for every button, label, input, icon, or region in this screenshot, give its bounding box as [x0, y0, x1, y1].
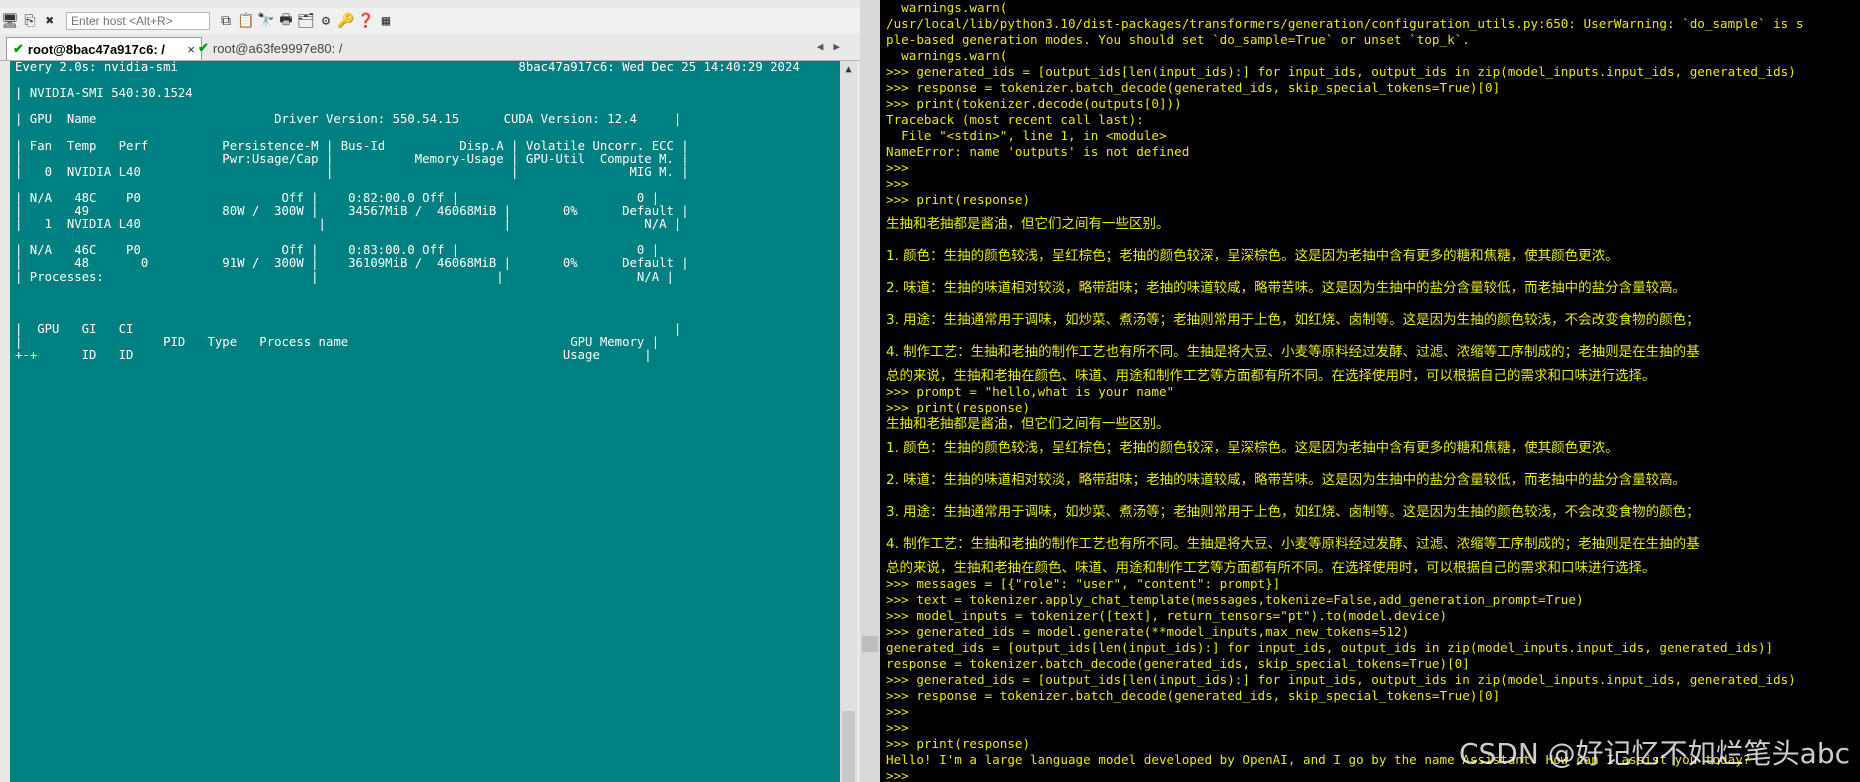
toolbar: 🖥 ⎘ ✖ ⧉ 📋 🔭 🖶 🗂 ⚙ 🔑 ❓ ▦	[0, 8, 860, 34]
tab-label: root@a63fe9997e80: /	[212, 40, 343, 56]
terminal-line: 1. 颜色：生抽的颜色较浅，呈红棕色；老抽的颜色较深，呈深棕色。这是因为老抽中含…	[886, 440, 1619, 456]
terminal-line: | Processes: | | N/A |	[15, 269, 674, 284]
key-icon[interactable]: 🔑	[336, 11, 356, 31]
terminal-line: warnings.warn(	[886, 0, 1008, 15]
terminal-line: 生抽和老抽都是酱油，但它们之间有一些区别。	[886, 216, 1170, 232]
terminal-line: >>> model_inputs = tokenizer([text], ret…	[886, 608, 1448, 623]
connected-check-icon: ✔	[13, 41, 24, 56]
terminal-line: | Fan Temp Perf Persistence-M | Bus-Id D…	[15, 138, 689, 153]
host-input[interactable]	[66, 12, 210, 30]
terminal-line: 总的来说，生抽和老抽在颜色、味道、用途和制作工艺等方面都有所不同。在选择使用时，…	[886, 368, 1656, 384]
file-transfer-icon[interactable]: 🗂	[296, 11, 316, 31]
terminal-line: >>>	[886, 160, 909, 175]
ssh-client-window: 🖥 ⎘ ✖ ⧉ 📋 🔭 🖶 🗂 ⚙ 🔑 ❓ ▦ ✔ root@8bac47a91…	[0, 0, 860, 782]
terminal-line: generated_ids = [output_ids[len(input_id…	[886, 640, 1774, 655]
print-icon[interactable]: 🖶	[276, 11, 296, 31]
pane-divider-scrollbar[interactable]	[860, 0, 880, 782]
terminal-line: response = tokenizer.batch_decode(genera…	[886, 656, 1470, 671]
terminal-line: 2. 味道：生抽的味道相对较淡，略带甜味；老抽的味道较咸，略带苦味。这是因为生抽…	[886, 280, 1687, 296]
terminal-scrollbar[interactable]: ▲	[840, 61, 857, 782]
terminal-line: 2. 味道：生抽的味道相对较淡，略带甜味；老抽的味道较咸，略带苦味。这是因为生抽…	[886, 472, 1687, 488]
terminal-line: >>>	[886, 176, 909, 191]
help-icon[interactable]: ❓	[356, 11, 376, 31]
terminal-python-repl[interactable]: warnings.warn(/usr/local/lib/python3.10/…	[886, 0, 1860, 782]
terminal-line: 4. 制作工艺：生抽和老抽的制作工艺也有所不同。生抽是将大豆、小麦等原料经过发酵…	[886, 344, 1700, 360]
tab-label: root@8bac47a917c6: /	[27, 41, 165, 57]
terminal-line: >>> response = tokenizer.batch_decode(ge…	[886, 688, 1501, 703]
terminal-line: 4. 制作工艺：生抽和老抽的制作工艺也有所不同。生抽是将大豆、小麦等原料经过发酵…	[886, 536, 1700, 552]
terminal-line: >>> generated_ids = [output_ids[len(inpu…	[886, 64, 1796, 79]
terminal-line: | 1 NVIDIA L40 | | N/A |	[15, 217, 682, 232]
quick-connect-icon[interactable]: 🖥	[0, 11, 20, 31]
terminal-line: >>> prompt = "hello,what is your name"	[886, 384, 1175, 399]
terminal-line: Every 2.0s: nvidia-smi 8bac47a917c6: Wed…	[15, 61, 800, 74]
settings-icon[interactable]: ⚙	[316, 11, 336, 31]
terminal-line: >>> print(tokenizer.decode(outputs[0]))	[886, 96, 1182, 111]
terminal-line: >>> response = tokenizer.batch_decode(ge…	[886, 80, 1501, 95]
terminal-line: >>>	[886, 704, 909, 719]
terminal-line: /usr/local/lib/python3.10/dist-packages/…	[886, 16, 1804, 31]
terminal-line: 3. 用途：生抽通常用于调味，如炒菜、煮汤等；老抽则常用于上色，如红烧、卤制等。…	[886, 312, 1700, 328]
terminal-line: >>> messages = [{"role": "user", "conten…	[886, 576, 1281, 591]
terminal-line: Traceback (most recent call last):	[886, 112, 1144, 127]
terminal-line: | NVIDIA-SMI 540:30.1524	[15, 86, 193, 101]
terminal-line: NameError: name 'outputs' is not defined	[886, 144, 1190, 159]
find-icon[interactable]: 🔭	[256, 11, 276, 31]
terminal-line: File "<stdin>", line 1, in <module>	[886, 128, 1167, 143]
paste-icon[interactable]: 📋	[236, 11, 256, 31]
copy-icon[interactable]: ⧉	[216, 11, 236, 31]
terminal-line: warnings.warn(	[886, 48, 1008, 63]
terminal-line: ple-based generation modes. You should s…	[886, 32, 1470, 47]
session-tabbar: ✔ root@8bac47a917c6: / × ✔ root@a63fe999…	[0, 36, 860, 61]
terminal-line: >>> generated_ids = model.generate(**mod…	[886, 624, 1410, 639]
terminal-line: >>> print(response)	[886, 192, 1031, 207]
terminal-line: | 48 0 91W / 300W | 36109MiB / 46068MiB …	[15, 256, 689, 271]
connected-check-icon: ✔	[198, 40, 209, 55]
terminal-line: 总的来说，生抽和老抽在颜色、味道、用途和制作工艺等方面都有所不同。在选择使用时，…	[886, 560, 1656, 576]
terminal-line: +-+ ID ID Usage |	[15, 348, 652, 363]
tab-scroll-arrows[interactable]: ◀▶	[817, 40, 850, 53]
terminal-line: | GPU Name Driver Version: 550.54.15 CUD…	[15, 112, 682, 127]
terminal-nvidia-smi[interactable]: Every 2.0s: nvidia-smi 8bac47a917c6: Wed…	[10, 61, 840, 782]
grid-icon[interactable]: ▦	[376, 11, 396, 31]
terminal-line: >>> print(response)	[886, 400, 1031, 415]
terminal-line: 生抽和老抽都是酱油，但它们之间有一些区别。	[886, 416, 1170, 432]
terminal-line: 1. 颜色：生抽的颜色较浅，呈红棕色；老抽的颜色较深，呈深棕色。这是因为老抽中含…	[886, 248, 1619, 264]
connect-icon[interactable]: ⎘	[20, 11, 40, 31]
terminal-line: >>> generated_ids = [output_ids[len(inpu…	[886, 672, 1796, 687]
terminal-line: | 0 NVIDIA L40 | | MIG M. |	[15, 164, 689, 179]
terminal-line: | GPU GI CI |	[15, 321, 682, 336]
watermark: CSDN @好记忆不如烂笔头abc	[1458, 737, 1850, 770]
scroll-up-arrow-icon[interactable]: ▲	[840, 61, 857, 78]
tab-session-1[interactable]: ✔ root@8bac47a917c6: / ×	[6, 37, 202, 60]
disconnect-icon[interactable]: ✖	[40, 11, 60, 31]
terminal-line: >>> text = tokenizer.apply_chat_template…	[886, 592, 1584, 607]
terminal-line: 3. 用途：生抽通常用于调味，如炒菜、煮汤等；老抽则常用于上色，如红烧、卤制等。…	[886, 504, 1700, 520]
tab-session-2[interactable]: ✔ root@a63fe9997e80: /	[192, 37, 384, 59]
scroll-thumb[interactable]	[842, 711, 855, 782]
divider-thumb[interactable]	[862, 636, 878, 652]
terminal-line: | Pwr:Usage/Cap | Memory-Usage | GPU-Uti…	[15, 151, 689, 166]
